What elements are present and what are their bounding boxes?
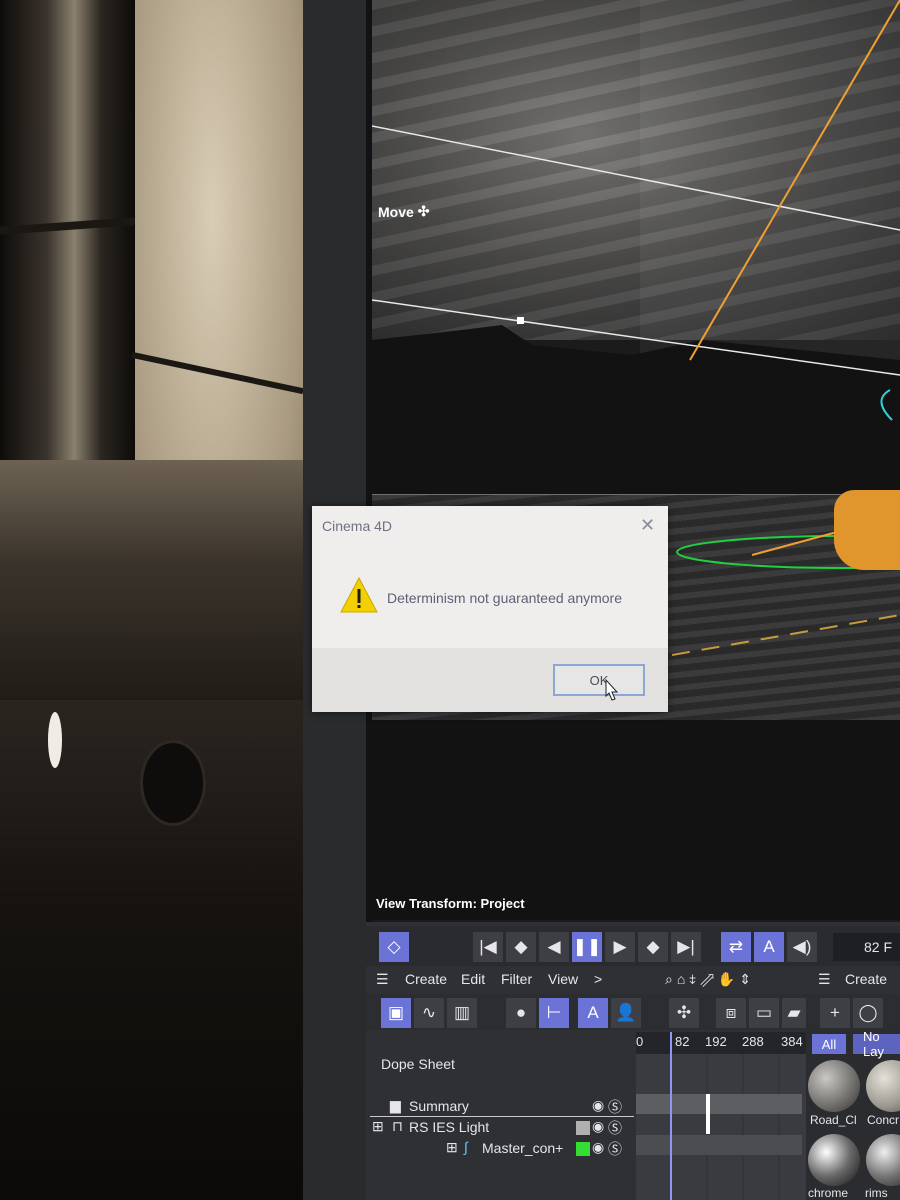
rail (131, 351, 303, 395)
fcurve-mode-icon[interactable]: ∿ (414, 998, 444, 1028)
solo-icon[interactable]: Ⓢ (608, 1097, 622, 1117)
object-sphere-icon[interactable]: ● (506, 998, 536, 1028)
expand-icon[interactable]: ⊞ (446, 1139, 458, 1156)
menu-view[interactable]: View (548, 971, 578, 987)
user-icon[interactable]: 👤 (611, 998, 641, 1028)
ruler-tick: 192 (705, 1034, 727, 1049)
solo-icon[interactable]: Ⓢ (608, 1118, 622, 1138)
autokey-icon[interactable]: A (754, 932, 784, 962)
current-frame-field[interactable]: 82 F (833, 933, 900, 961)
menu-edit[interactable]: Edit (461, 971, 485, 987)
horizon-reflection (0, 460, 303, 720)
keyframe-marker[interactable] (706, 1094, 710, 1134)
go-to-end-icon[interactable]: ▶| (671, 932, 701, 962)
eye-icon[interactable]: ◉ (592, 1118, 604, 1135)
ruler-tick: 384 (781, 1034, 803, 1049)
material-name: chrome (808, 1186, 849, 1200)
tree-label: Summary (409, 1098, 469, 1114)
material-name: Concr (867, 1113, 900, 1127)
keyframe-tracks[interactable] (636, 1054, 806, 1200)
solo-icon[interactable]: Ⓢ (608, 1139, 622, 1159)
expand-icon[interactable]: ⊞ (372, 1118, 384, 1135)
material-menu-create[interactable]: Create (845, 971, 887, 987)
light-glint (48, 712, 62, 768)
playhead[interactable] (670, 1032, 672, 1200)
car-wheel (140, 740, 206, 826)
paint-icon[interactable]: ▰ (782, 998, 806, 1028)
eye-icon[interactable]: ◉ (592, 1097, 604, 1114)
pause-icon[interactable]: ❚❚ (572, 932, 602, 962)
tree-row-master-con[interactable]: ⊞ ∫ Master_con+ ◉ Ⓢ (370, 1139, 635, 1159)
add-material-icon[interactable]: + (820, 998, 850, 1028)
hierarchy-icon[interactable]: ⊢ (539, 998, 569, 1028)
filter-all[interactable]: All (812, 1034, 846, 1054)
tree-row-summary[interactable]: ▆ Summary ◉ Ⓢ (370, 1097, 635, 1117)
close-icon[interactable]: ✕ (640, 515, 655, 536)
go-to-start-icon[interactable]: |◀ (473, 932, 503, 962)
layer-color-swatch[interactable] (576, 1121, 590, 1135)
menu-more[interactable]: > (594, 971, 602, 987)
layer-color-swatch[interactable] (576, 1142, 590, 1156)
dopesheet-mode-icon[interactable]: ▣ (381, 998, 411, 1028)
track-summary[interactable] (636, 1094, 802, 1114)
folder-icon: ▆ (390, 1097, 401, 1113)
background-photo (0, 0, 303, 1200)
window-icon[interactable]: ▭ (749, 998, 779, 1028)
ruler-tick: 288 (742, 1034, 764, 1049)
car-model[interactable] (834, 490, 900, 570)
eye-icon[interactable]: ◉ (592, 1139, 604, 1156)
alert-dialog: Cinema 4D ✕ Determinism not guaranteed a… (312, 506, 668, 712)
filter-no-layer[interactable]: No Lay (853, 1029, 900, 1059)
tree-label: Master_con+ (482, 1140, 564, 1156)
motion-mode-icon[interactable]: ▥ (447, 998, 477, 1028)
ground-shadow (372, 720, 900, 920)
material-sphere-icon[interactable]: ◯ (853, 998, 883, 1028)
ruler-tick: 82 (675, 1034, 690, 1049)
material-hamburger-icon[interactable]: ☰ (818, 971, 831, 988)
keyframe-mode-icon[interactable]: ◇ (379, 932, 409, 962)
mouse-cursor-icon (605, 678, 619, 701)
dialog-title: Cinema 4D (322, 518, 393, 534)
next-keyframe-icon[interactable]: ◆ (638, 932, 668, 962)
sound-icon[interactable]: ◀) (787, 932, 817, 962)
spline-icon: ∫ (464, 1139, 468, 1155)
ok-button[interactable]: OK (553, 664, 645, 696)
frame-all-icon[interactable]: ⧈ (716, 998, 746, 1028)
ruler-tick: 0 (636, 1034, 644, 1049)
warning-icon (340, 576, 378, 613)
menu-create[interactable]: Create (405, 971, 447, 987)
move-icon: ✣ (417, 203, 430, 219)
viewport[interactable]: Move ✣ View Transform: Project (372, 0, 900, 922)
light-icon: ⊓ (392, 1118, 403, 1134)
material-name: Road_Cl (810, 1113, 857, 1127)
tree-label: RS IES Light (409, 1119, 490, 1135)
step-forward-icon[interactable]: ▶ (605, 932, 635, 962)
tree-row-rs-ies-light[interactable]: ⊞ ⊓ RS IES Light ◉ Ⓢ (370, 1118, 635, 1138)
dopesheet-title: Dope Sheet (381, 1056, 455, 1072)
move-keys-icon[interactable]: ✣ (669, 998, 699, 1028)
track-master[interactable] (636, 1135, 802, 1155)
step-back-icon[interactable]: ◀ (539, 932, 569, 962)
material-thumbnail[interactable] (808, 1134, 860, 1186)
previous-keyframe-icon[interactable]: ◆ (506, 932, 536, 962)
search-icon[interactable]: ⌕⌂⇟⇗✋⇕ (665, 971, 755, 988)
loop-icon[interactable]: ⇄ (721, 932, 751, 962)
material-name: rims (865, 1186, 888, 1200)
tree-separator (370, 1116, 634, 1117)
hamburger-menu-icon[interactable]: ☰ (376, 971, 389, 988)
view-transform-label: View Transform: Project (376, 896, 525, 911)
move-label: Move (378, 203, 414, 220)
dialog-message: Determinism not guaranteed anymore (387, 590, 623, 606)
menu-filter[interactable]: Filter (501, 971, 532, 987)
move-tool-indicator: Move ✣ (378, 203, 430, 220)
material-thumbnail[interactable] (808, 1060, 860, 1112)
animated-only-icon[interactable]: A (578, 998, 608, 1028)
